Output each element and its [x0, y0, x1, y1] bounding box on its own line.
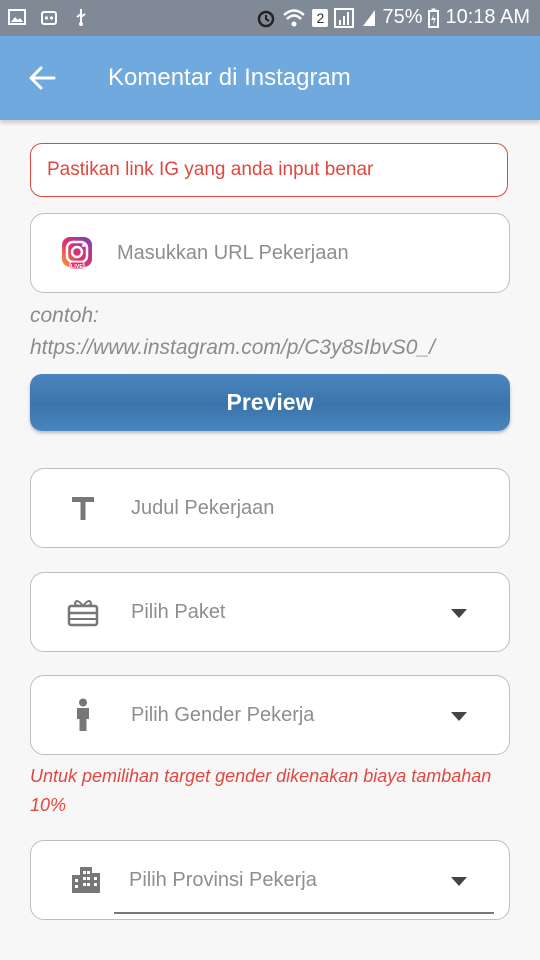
text-t-icon: [72, 497, 94, 520]
url-example-value: https://www.instagram.com/p/C3y8sIbvS0_/: [30, 336, 435, 359]
gender-select[interactable]: Pilih Gender Pekerja: [30, 675, 510, 755]
gift-box-icon: [67, 600, 99, 627]
province-select[interactable]: Pilih Provinsi Pekerja: [30, 840, 510, 920]
package-select-placeholder: Pilih Paket: [131, 601, 226, 623]
chevron-down-icon: [451, 609, 467, 618]
arrow-back-icon[interactable]: [28, 66, 56, 90]
province-select-underline: [114, 912, 494, 914]
status-bar: 2 75% 10:18 AM: [0, 0, 540, 36]
url-input[interactable]: LIVE Masukkan URL Pekerjaan: [30, 213, 510, 293]
status-bar-left-icons: [8, 8, 90, 26]
warning-alert: Pastikan link IG yang anda input benar: [30, 143, 508, 197]
status-bar-right: 2 75% 10:18 AM: [256, 6, 530, 29]
battery-icon: [428, 8, 440, 28]
app-bar: Komentar di Instagram: [0, 36, 540, 120]
chevron-down-icon: [451, 712, 467, 721]
job-title-input[interactable]: Judul Pekerjaan: [30, 468, 510, 548]
gender-fee-note: Untuk pemilihan target gender dikenakan …: [30, 766, 492, 815]
signal-icon: [334, 7, 355, 28]
province-select-placeholder: Pilih Provinsi Pekerja: [129, 869, 317, 891]
svg-text:LIVE: LIVE: [71, 264, 84, 270]
url-input-placeholder: Masukkan URL Pekerjaan: [117, 242, 349, 264]
signal-small-icon: [363, 9, 376, 26]
sim-badge: 2: [312, 8, 329, 27]
package-select[interactable]: Pilih Paket: [30, 572, 510, 652]
robot-icon: [41, 11, 57, 25]
person-icon: [77, 698, 89, 731]
url-example-label: contoh:: [30, 304, 99, 327]
page-title: Komentar di Instagram: [108, 64, 351, 91]
clock: 10:18 AM: [445, 6, 530, 28]
usb-icon: [76, 9, 86, 26]
instagram-live-icon: LIVE: [62, 237, 92, 270]
chevron-down-icon: [451, 877, 467, 886]
building-icon: [72, 867, 100, 893]
job-title-placeholder: Judul Pekerjaan: [131, 497, 275, 519]
preview-button[interactable]: Preview: [30, 374, 510, 431]
wifi-icon: [283, 8, 306, 26]
gallery-icon: [8, 9, 26, 25]
battery-percent: 75%: [382, 6, 423, 28]
gender-select-placeholder: Pilih Gender Pekerja: [131, 704, 315, 726]
url-example-hint: contoh: https://www.instagram.com/p/C3y8…: [30, 300, 435, 364]
warning-alert-text: Pastikan link IG yang anda input benar: [47, 159, 374, 180]
alarm-icon: [258, 10, 275, 27]
